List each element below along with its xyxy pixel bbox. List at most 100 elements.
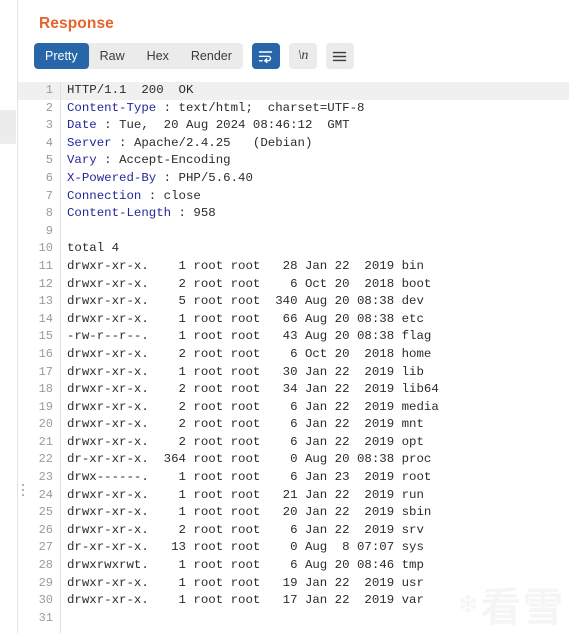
code-line[interactable]: 5 Vary : Accept-Encoding xyxy=(18,152,569,170)
header-value: PHP/5.6.40 xyxy=(178,170,253,185)
header-separator: : xyxy=(156,170,179,185)
line-number: 31 xyxy=(38,610,53,625)
code-line[interactable]: 14 drwxr-xr-x. 1 root root 66 Aug 20 08:3… xyxy=(18,311,569,329)
code-line[interactable]: 13 drwxr-xr-x. 5 root root 340 Aug 20 08:… xyxy=(18,293,569,311)
code-line[interactable]: 16 drwxr-xr-x. 2 root root 6 Oct 20 2018 … xyxy=(18,346,569,364)
code-text: drwxr-xr-x. 1 root root 28 Jan 22 2019 b… xyxy=(67,258,424,273)
code-text: Vary : Accept-Encoding xyxy=(60,152,231,170)
code-text: drwxr-xr-x. 2 root root 34 Jan 22 2019 l… xyxy=(67,382,439,397)
line-number: 27 xyxy=(38,540,53,555)
code-line[interactable]: 11 drwxr-xr-x. 1 root root 28 Jan 22 2019… xyxy=(18,258,569,276)
code-text: Content-Type : text/html; charset=UTF-8 xyxy=(60,100,364,118)
page-title: Response xyxy=(39,15,114,32)
line-number: 30 xyxy=(38,593,53,608)
line-number: 20 xyxy=(38,417,53,432)
line-number: 28 xyxy=(38,558,53,573)
code-line[interactable]: 26 drwxr-xr-x. 2 root root 6 Jan 22 2019 … xyxy=(18,522,569,540)
tab-hex[interactable]: Hex xyxy=(136,43,180,69)
line-number: 29 xyxy=(38,575,53,590)
tab-pretty[interactable]: Pretty xyxy=(34,43,89,69)
response-toolbar: Pretty Raw Hex Render \n xyxy=(18,40,569,72)
line-number: 22 xyxy=(38,452,53,467)
code-text: drwxr-xr-x. 5 root root 340 Aug 20 08:38… xyxy=(67,294,424,309)
header-separator: : xyxy=(141,188,164,203)
code-line[interactable]: 29 drwxr-xr-x. 1 root root 19 Jan 22 2019… xyxy=(18,575,569,593)
line-number: 3 xyxy=(45,118,53,133)
code-line[interactable]: 24 drwxr-xr-x. 1 root root 21 Jan 22 2019… xyxy=(18,487,569,505)
line-number: 14 xyxy=(38,311,53,326)
code-text: Date : Tue, 20 Aug 2024 08:46:12 GMT xyxy=(60,117,350,135)
line-number: 16 xyxy=(38,346,53,361)
code-line[interactable]: 25 drwxr-xr-x. 1 root root 20 Jan 22 2019… xyxy=(18,504,569,522)
code-line[interactable]: 21 drwxr-xr-x. 2 root root 6 Jan 22 2019 … xyxy=(18,434,569,452)
header-separator: : xyxy=(171,206,194,221)
line-number: 7 xyxy=(45,188,53,203)
line-number: 2 xyxy=(45,100,53,115)
code-line[interactable]: 3 Date : Tue, 20 Aug 2024 08:46:12 GMT xyxy=(18,117,569,135)
code-text: Connection : close xyxy=(60,188,201,206)
code-line[interactable]: 1 HTTP/1.1 200 OK xyxy=(18,82,569,100)
code-line[interactable]: 8 Content-Length : 958 xyxy=(18,205,569,223)
line-number: 13 xyxy=(38,294,53,309)
code-line[interactable]: 15 -rw-r--r--. 1 root root 43 Aug 20 08:3… xyxy=(18,328,569,346)
code-line[interactable]: 22 dr-xr-xr-x. 364 root root 0 Aug 20 08:… xyxy=(18,451,569,469)
newline-label: \n xyxy=(297,48,308,63)
hamburger-menu-icon[interactable] xyxy=(325,43,354,69)
code-line[interactable]: 27 dr-xr-xr-x. 13 root root 0 Aug 8 07:07… xyxy=(18,539,569,557)
tab-render[interactable]: Render xyxy=(180,43,243,69)
line-number: 4 xyxy=(45,135,53,150)
code-line[interactable]: 23 drwx------. 1 root root 6 Jan 23 2019 … xyxy=(18,469,569,487)
code-text: dr-xr-xr-x. 13 root root 0 Aug 8 07:07 s… xyxy=(67,540,424,555)
header-name: Date xyxy=(67,118,97,133)
code-line[interactable]: 10 total 4 xyxy=(18,240,569,258)
code-line[interactable]: 19 drwxr-xr-x. 2 root root 6 Jan 22 2019 … xyxy=(18,399,569,417)
response-panel-window: Response Pretty Raw Hex Render \n 1 HTTP… xyxy=(0,0,569,633)
response-body-editor[interactable]: 1 HTTP/1.1 200 OK 2 Content-Type : text/htm… xyxy=(18,82,569,633)
code-text: Content-Length : 958 xyxy=(60,205,216,223)
code-line[interactable]: 12 drwxr-xr-x. 2 root root 6 Oct 20 2018 … xyxy=(18,276,569,294)
code-line[interactable]: 20 drwxr-xr-x. 2 root root 6 Jan 22 2019 … xyxy=(18,416,569,434)
code-line[interactable]: 17 drwxr-xr-x. 1 root root 30 Jan 22 2019… xyxy=(18,364,569,382)
code-text: drwxr-xr-x. 2 root root 6 Oct 20 2018 ho… xyxy=(67,346,432,361)
code-line[interactable]: 7 Connection : close xyxy=(18,188,569,206)
line-number: 11 xyxy=(38,258,53,273)
code-text: HTTP/1.1 200 OK xyxy=(67,83,194,97)
line-number: 21 xyxy=(38,434,53,449)
splitter-drag-handle[interactable] xyxy=(22,484,26,496)
code-text: drwxr-xr-x. 1 root root 21 Jan 22 2019 r… xyxy=(67,487,424,502)
newline-icon[interactable]: \n xyxy=(288,43,317,69)
code-line[interactable]: 28 drwxrwxrwt. 1 root root 6 Aug 20 08:46… xyxy=(18,557,569,575)
header-value: text/html; charset=UTF-8 xyxy=(178,100,365,115)
line-number: 26 xyxy=(38,522,53,537)
code-line[interactable]: 2 Content-Type : text/html; charset=UTF-8 xyxy=(18,100,569,118)
code-text: drwxr-xr-x. 2 root root 6 Jan 22 2019 sr… xyxy=(67,522,424,537)
code-line[interactable]: 9 xyxy=(18,223,569,241)
code-text: drwx------. 1 root root 6 Jan 23 2019 ro… xyxy=(67,470,432,485)
line-number: 5 xyxy=(45,153,53,168)
code-text: drwxr-xr-x. 2 root root 6 Oct 20 2018 bo… xyxy=(67,276,432,291)
code-line-list: 1 HTTP/1.1 200 OK 2 Content-Type : text/htm… xyxy=(18,82,569,627)
code-text: -rw-r--r--. 1 root root 43 Aug 20 08:38 … xyxy=(67,329,432,344)
line-number: 1 xyxy=(45,83,53,97)
panel-collapse-handle[interactable] xyxy=(0,110,16,144)
header-value: 958 xyxy=(193,206,216,221)
code-line[interactable]: 18 drwxr-xr-x. 2 root root 34 Jan 22 2019… xyxy=(18,381,569,399)
code-text: drwxr-xr-x. 1 root root 17 Jan 22 2019 v… xyxy=(67,593,424,608)
code-text: drwxr-xr-x. 1 root root 66 Aug 20 08:38 … xyxy=(67,311,424,326)
line-number: 10 xyxy=(38,241,53,256)
word-wrap-icon[interactable] xyxy=(251,43,280,69)
tab-raw[interactable]: Raw xyxy=(89,43,136,69)
code-text: Server : Apache/2.4.25 (Debian) xyxy=(60,135,312,153)
code-line[interactable]: 31 xyxy=(18,610,569,628)
header-name: Content-Type xyxy=(67,100,157,115)
header-separator: : xyxy=(111,135,134,150)
code-line[interactable]: 6 X-Powered-By : PHP/5.6.40 xyxy=(18,170,569,188)
line-number: 8 xyxy=(45,206,53,221)
code-line[interactable]: 30 drwxr-xr-x. 1 root root 17 Jan 22 2019… xyxy=(18,592,569,610)
line-number: 15 xyxy=(38,329,53,344)
gutter-divider xyxy=(60,82,61,633)
code-line[interactable]: 4 Server : Apache/2.4.25 (Debian) xyxy=(18,135,569,153)
code-text: drwxr-xr-x. 1 root root 30 Jan 22 2019 l… xyxy=(67,364,424,379)
